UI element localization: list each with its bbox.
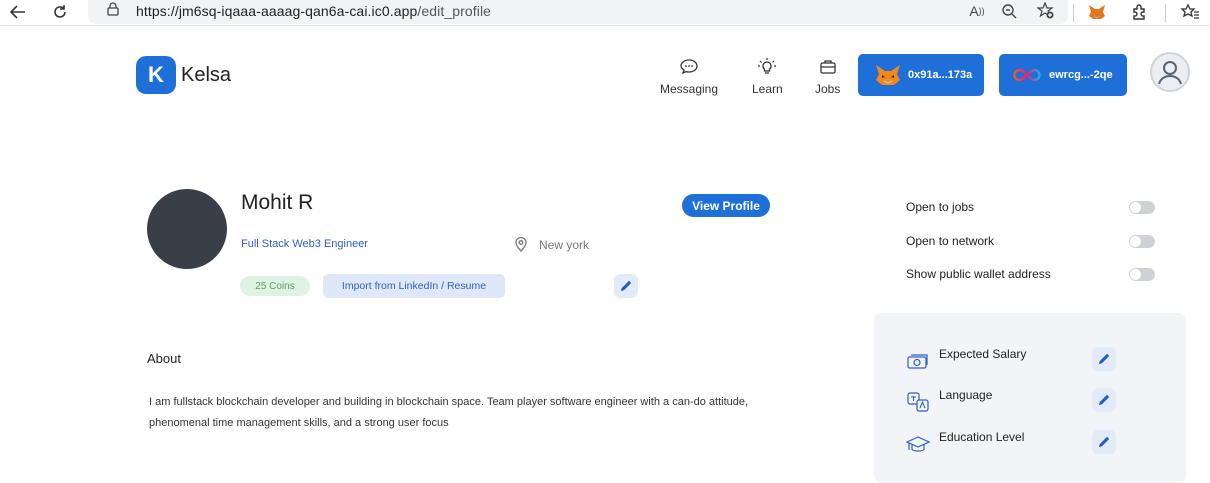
open-to-jobs-switch[interactable] — [1129, 201, 1155, 214]
toggle-open-to-network: Open to network — [906, 232, 1156, 252]
address-bar[interactable]: https://jm6sq-iqaaa-aaaag-qan6a-cai.ic0.… — [88, 0, 1068, 24]
profile-name: Mohit R — [241, 191, 314, 214]
detail-label: Expected Salary — [939, 347, 1027, 361]
metamask-wallet-button[interactable]: 0x91a...173a — [858, 54, 984, 96]
profile-details-panel: Expected Salary Language Education Level — [874, 313, 1186, 483]
open-to-network-switch[interactable] — [1129, 235, 1155, 248]
detail-label: Education Level — [939, 430, 1025, 444]
briefcase-icon — [820, 60, 836, 74]
detail-language: Language — [906, 388, 1166, 416]
show-wallet-address-switch[interactable] — [1129, 268, 1155, 281]
kelsa-logo[interactable]: K — [136, 56, 176, 94]
nav-jobs[interactable]: Jobs — [815, 58, 840, 96]
internet-identity-principal: ewrcg...-2qe — [1049, 69, 1113, 81]
metamask-wallet-address: 0x91a...173a — [908, 69, 973, 81]
lightbulb-icon — [758, 58, 777, 74]
favorites-icon[interactable] — [1176, 0, 1204, 24]
detail-education-level: Education Level — [906, 430, 1166, 458]
metamask-fox-icon — [876, 65, 900, 85]
pencil-icon — [1099, 354, 1109, 364]
infinity-icon — [1013, 68, 1041, 82]
salary-icon — [907, 354, 928, 369]
lock-icon — [107, 2, 119, 16]
internet-identity-button[interactable]: ewrcg...-2qe — [999, 54, 1127, 96]
nav-messaging[interactable]: Messaging — [660, 58, 718, 96]
edit-language-button[interactable] — [1092, 388, 1116, 412]
nav-learn[interactable]: Learn — [752, 58, 783, 96]
toggle-show-wallet: Show public wallet address — [906, 265, 1156, 285]
edit-profile-button[interactable] — [614, 274, 638, 298]
pencil-icon — [1099, 437, 1109, 447]
metamask-extension-icon[interactable] — [1083, 0, 1111, 24]
zoom-icon[interactable] — [996, 0, 1022, 22]
pencil-icon — [621, 281, 631, 291]
edit-salary-button[interactable] — [1092, 347, 1116, 371]
read-aloud-icon[interactable]: A)) — [964, 0, 990, 22]
nav-learn-label: Learn — [752, 82, 783, 96]
toggle-label: Show public wallet address — [906, 267, 1051, 281]
language-icon — [907, 392, 929, 412]
user-icon — [1158, 61, 1182, 85]
graduation-cap-icon — [906, 436, 930, 452]
import-linkedin-button[interactable]: Import from LinkedIn / Resume — [323, 274, 505, 298]
about-text: I am fullstack blockchain developer and … — [149, 396, 749, 429]
about-heading: About — [147, 351, 181, 366]
edit-education-button[interactable] — [1092, 430, 1116, 454]
coins-badge: 25 Coins — [240, 276, 310, 296]
view-profile-button[interactable]: View Profile — [682, 194, 770, 217]
extensions-icon[interactable] — [1126, 0, 1154, 24]
toggle-label: Open to network — [906, 234, 995, 248]
url-text: https://jm6sq-iqaaa-aaaag-qan6a-cai.ic0.… — [136, 3, 492, 19]
brand-name[interactable]: Kelsa — [181, 64, 231, 87]
back-icon[interactable] — [4, 0, 32, 24]
pencil-icon — [1099, 395, 1109, 405]
nav-messaging-label: Messaging — [660, 82, 719, 96]
chat-icon — [680, 59, 698, 75]
detail-expected-salary: Expected Salary — [906, 347, 1166, 375]
nav-jobs-label: Jobs — [815, 82, 841, 96]
profile-headline: Full Stack Web3 Engineer — [241, 238, 368, 250]
profile-location: New york — [539, 238, 590, 252]
user-avatar-menu[interactable] — [1150, 52, 1190, 92]
detail-label: Language — [939, 388, 993, 402]
favorite-add-icon[interactable] — [1033, 0, 1059, 22]
profile-avatar[interactable] — [147, 189, 227, 269]
browser-toolbar: https://jm6sq-iqaaa-aaaag-qan6a-cai.ic0.… — [0, 0, 1210, 26]
reload-icon[interactable] — [46, 0, 74, 24]
location-pin-icon — [515, 237, 527, 252]
toggle-open-to-jobs: Open to jobs — [906, 198, 1156, 218]
toggle-label: Open to jobs — [906, 200, 975, 214]
